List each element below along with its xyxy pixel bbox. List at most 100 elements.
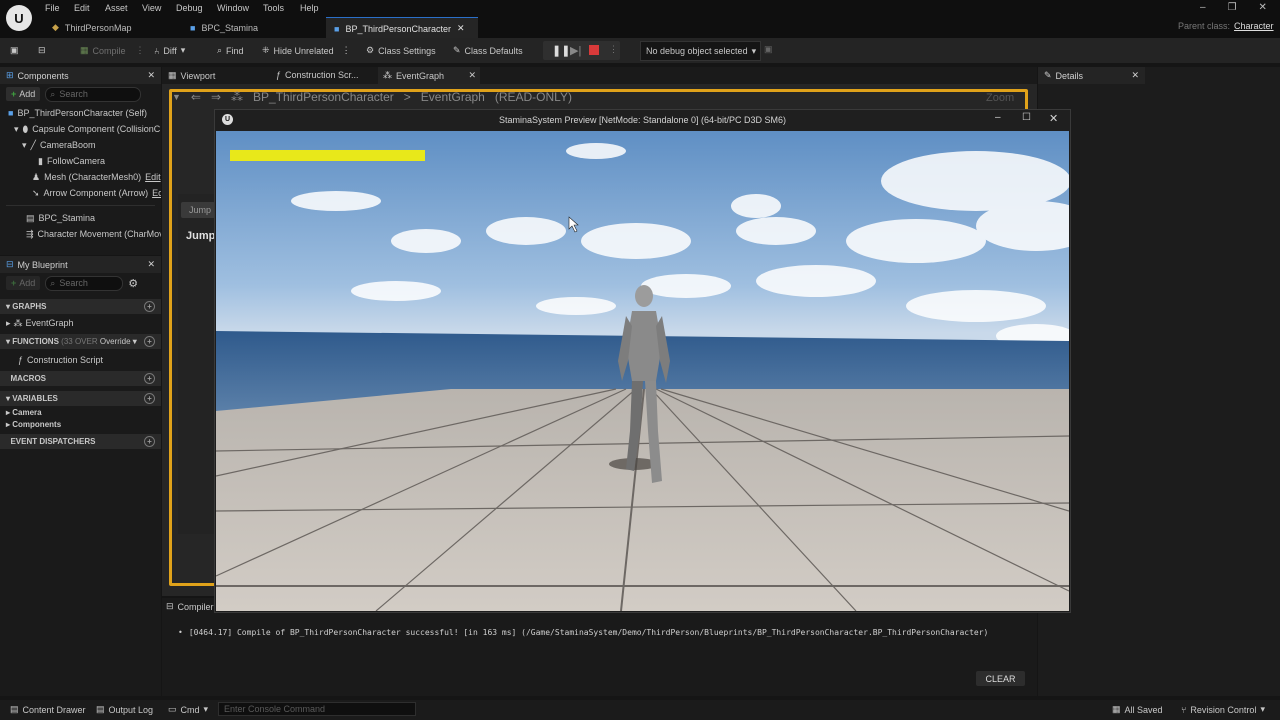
list-item-eventgraph[interactable]: ▸ ⁂ EventGraph bbox=[0, 314, 161, 332]
close-icon[interactable]: ✕ bbox=[1131, 70, 1139, 81]
step-icon[interactable]: ▶| bbox=[570, 44, 581, 57]
hide-unrelated-button[interactable]: ⁜ Hide Unrelated ⋮ bbox=[262, 45, 351, 56]
expand-icon[interactable]: ▾ bbox=[14, 124, 19, 135]
tree-item-capsule[interactable]: ▾ ⬮ Capsule Component (CollisionC bbox=[0, 121, 161, 137]
find-button[interactable]: ⌕ Find bbox=[217, 45, 244, 56]
tab-viewport[interactable]: ▦ Viewport bbox=[168, 70, 215, 81]
tab-construction-script[interactable]: ƒ Construction Scr... bbox=[276, 70, 359, 80]
gear-icon[interactable]: ⚙ bbox=[128, 277, 138, 290]
edit-link[interactable]: Edit bbox=[145, 172, 161, 182]
preview-window: U StaminaSystem Preview [NetMode: Standa… bbox=[214, 109, 1071, 613]
maximize-icon[interactable]: ☐ bbox=[1022, 112, 1031, 123]
diff-button[interactable]: ⑃ Diff ▾ bbox=[154, 45, 185, 56]
tree-item-self[interactable]: ■ BP_ThirdPersonCharacter (Self) bbox=[0, 105, 161, 121]
override-dropdown[interactable]: Override bbox=[100, 337, 131, 346]
pause-icon[interactable]: ❚❚ bbox=[552, 44, 570, 57]
menu-debug[interactable]: Debug bbox=[176, 3, 203, 13]
game-viewport[interactable] bbox=[216, 131, 1069, 611]
expand-icon[interactable]: ▸ bbox=[6, 318, 11, 329]
list-item-camera-category[interactable]: ▸ Camera bbox=[0, 406, 161, 418]
close-icon[interactable]: ✕ bbox=[468, 70, 476, 81]
tree-item-cameraboom[interactable]: ▾ ╱ CameraBoom bbox=[0, 137, 161, 153]
debug-filter-icon[interactable]: ▣ bbox=[764, 44, 773, 55]
close-window-icon[interactable]: ✕ bbox=[1049, 112, 1058, 125]
add-component-button[interactable]: + Add bbox=[6, 87, 41, 101]
bookmark-icon[interactable]: ▼ bbox=[172, 92, 181, 102]
components-search-input[interactable]: ⌕ Search bbox=[45, 86, 142, 102]
more-icon[interactable]: ⋮ bbox=[342, 45, 351, 56]
tab-eventgraph[interactable]: ⁂ EventGraph ✕ bbox=[378, 67, 480, 84]
section-graphs[interactable]: ▾ GRAPHS + bbox=[0, 299, 161, 314]
more-icon[interactable]: ⋮ bbox=[609, 44, 618, 55]
menu-tools[interactable]: Tools bbox=[263, 3, 284, 13]
tree-item-mesh[interactable]: ♟ Mesh (CharacterMesh0) Edit bbox=[0, 169, 161, 185]
add-macro-icon[interactable]: + bbox=[144, 373, 155, 384]
close-icon[interactable]: ✕ bbox=[147, 70, 155, 81]
functions-count: (33 OVER bbox=[61, 337, 98, 346]
all-saved-button[interactable]: ▦ All Saved bbox=[1112, 704, 1163, 715]
blueprint-icon: ■ bbox=[334, 23, 340, 34]
tab-thirdpersonmap[interactable]: ◆ ThirdPersonMap bbox=[44, 17, 190, 38]
jump-comment-label: Jump bbox=[186, 230, 216, 242]
menu-view[interactable]: View bbox=[142, 3, 161, 13]
tab-bp-thirdpersoncharacter[interactable]: ■ BP_ThirdPersonCharacter ✕ bbox=[326, 17, 478, 39]
tree-item-charmovement[interactable]: ⇶ Character Movement (CharMov bbox=[0, 226, 161, 242]
movement-icon: ⇶ bbox=[26, 228, 34, 239]
forward-arrow-icon[interactable]: ⇒ bbox=[211, 90, 221, 104]
compile-button[interactable]: ▦ Compile ⋮ bbox=[80, 45, 145, 56]
tab-compiler[interactable]: ⊟ Compiler bbox=[166, 601, 214, 612]
menu-help[interactable]: Help bbox=[300, 3, 319, 13]
tree-item-arrow[interactable]: ➘ Arrow Component (Arrow) Ec bbox=[0, 185, 161, 201]
breadcrumb-root[interactable]: BP_ThirdPersonCharacter bbox=[253, 90, 394, 104]
close-window-icon[interactable]: ✕ bbox=[1259, 2, 1267, 13]
console-command-input[interactable]: Enter Console Command bbox=[218, 702, 416, 716]
menu-asset[interactable]: Asset bbox=[105, 3, 128, 13]
unreal-logo-icon[interactable]: U bbox=[6, 5, 32, 31]
close-icon[interactable]: ✕ bbox=[147, 259, 155, 270]
section-functions[interactable]: ▾ FUNCTIONS (33 OVER Override ▾ + bbox=[0, 334, 161, 349]
debug-object-select[interactable]: No debug object selected ▾ bbox=[640, 41, 761, 61]
tree-item-followcamera[interactable]: ▮ FollowCamera bbox=[0, 153, 161, 169]
my-blueprint-search-input[interactable]: ⌕ Search bbox=[45, 275, 124, 291]
cmd-dropdown[interactable]: ▭ Cmd ▾ bbox=[168, 704, 208, 715]
edit-link[interactable]: Ec bbox=[152, 188, 161, 198]
list-item-construction-script[interactable]: ƒ Construction Script bbox=[0, 349, 161, 371]
tree-item-label: FollowCamera bbox=[46, 156, 105, 166]
components-icon: ⊞ bbox=[6, 70, 14, 80]
jump-node[interactable]: Jump bbox=[181, 202, 215, 218]
preview-title-bar[interactable]: U StaminaSystem Preview [NetMode: Standa… bbox=[215, 110, 1070, 131]
stop-icon[interactable] bbox=[589, 45, 599, 55]
add-dispatcher-icon[interactable]: + bbox=[144, 436, 155, 447]
minimize-icon[interactable]: – bbox=[995, 112, 1001, 123]
menu-file[interactable]: File bbox=[45, 3, 60, 13]
compiler-log-line: • [0464.17] Compile of BP_ThirdPersonCha… bbox=[178, 628, 988, 637]
class-settings-button[interactable]: ⚙ Class Settings bbox=[366, 45, 436, 56]
section-event-dispatchers[interactable]: EVENT DISPATCHERS + bbox=[0, 434, 161, 449]
minimize-icon[interactable]: – bbox=[1200, 2, 1206, 13]
output-log-button[interactable]: ▤ Output Log bbox=[96, 704, 153, 715]
save-icon[interactable]: ▣ bbox=[10, 45, 19, 56]
list-item-components-category[interactable]: ▸ Components bbox=[0, 418, 161, 430]
section-label: GRAPHS bbox=[12, 302, 47, 311]
section-variables[interactable]: ▾ VARIABLES + bbox=[0, 391, 161, 406]
menu-window[interactable]: Window bbox=[217, 3, 249, 13]
content-drawer-button[interactable]: ▤ Content Drawer bbox=[10, 704, 86, 715]
add-variable-icon[interactable]: + bbox=[144, 393, 155, 404]
expand-icon[interactable]: ▾ bbox=[22, 140, 27, 151]
tab-bpc-stamina[interactable]: ■ BPC_Stamina bbox=[182, 17, 328, 38]
add-function-icon[interactable]: + bbox=[144, 336, 155, 347]
parent-class-link[interactable]: Character bbox=[1234, 21, 1274, 31]
browse-icon[interactable]: ⊟ bbox=[38, 45, 46, 56]
add-member-button[interactable]: + Add bbox=[6, 276, 41, 290]
close-icon[interactable]: ✕ bbox=[457, 23, 465, 34]
clear-button[interactable]: CLEAR bbox=[976, 671, 1025, 686]
back-arrow-icon[interactable]: ⇐ bbox=[191, 90, 201, 104]
section-macros[interactable]: MACROS + bbox=[0, 371, 161, 386]
restore-icon[interactable]: ❐ bbox=[1228, 2, 1237, 13]
menu-edit[interactable]: Edit bbox=[74, 3, 90, 13]
tree-item-bpc-stamina[interactable]: ▤ BPC_Stamina bbox=[0, 210, 161, 226]
add-graph-icon[interactable]: + bbox=[144, 301, 155, 312]
class-defaults-button[interactable]: ✎ Class Defaults bbox=[453, 45, 523, 56]
revision-control-button[interactable]: ⑂ Revision Control ▾ bbox=[1181, 704, 1265, 715]
more-icon[interactable]: ⋮ bbox=[136, 45, 145, 56]
